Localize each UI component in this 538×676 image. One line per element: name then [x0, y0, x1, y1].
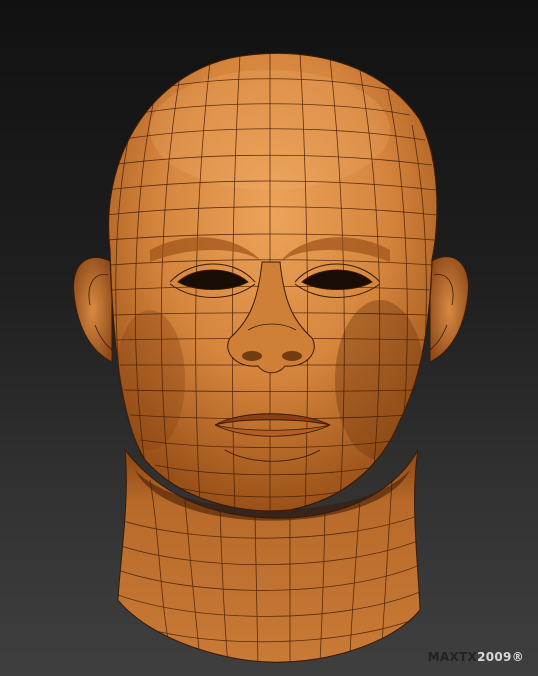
head-render: [72, 52, 470, 663]
right-ear: [429, 256, 470, 363]
watermark-year: 2009®: [477, 650, 524, 664]
render-viewport: MAXTX2009®: [0, 0, 538, 676]
left-ear: [72, 257, 113, 363]
watermark: MAXTX2009®: [428, 650, 524, 664]
watermark-name: MAXTX: [427, 650, 478, 664]
